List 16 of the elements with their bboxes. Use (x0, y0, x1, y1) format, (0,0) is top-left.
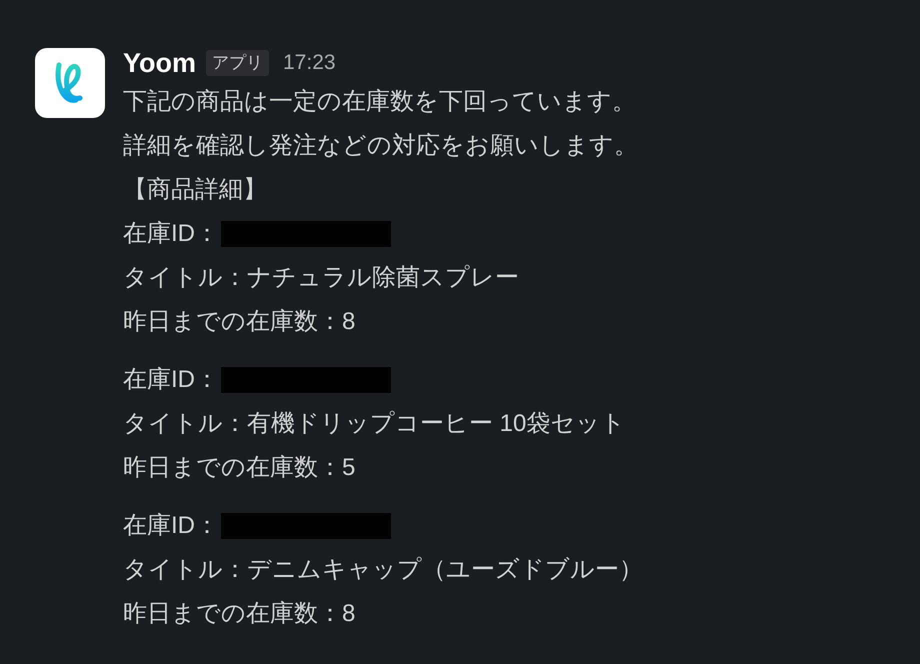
message-text: 詳細を確認し発注などの対応をお願いします。 (123, 131, 638, 161)
message-text: 昨日までの在庫数：8 (123, 599, 356, 629)
timestamp[interactable]: 17:23 (283, 47, 336, 79)
message-text: 【商品詳細】 (123, 175, 267, 205)
message-text: タイトル：ナチュラル除菌スプレー (123, 263, 519, 293)
message-text: 下記の商品は一定の在庫数を下回っています。 (123, 87, 636, 117)
message-text: タイトル：有機ドリップコーヒー 10袋セット (123, 409, 626, 439)
sender-name[interactable]: Yoom (123, 42, 196, 84)
message-text: タイトル：デニムキャップ（ユーズドブルー） (123, 555, 643, 585)
message-text: 在庫ID： (123, 219, 219, 249)
message-text: 昨日までの在庫数：8 (123, 307, 356, 337)
message-text: 在庫ID： (123, 511, 219, 541)
app-avatar[interactable] (35, 48, 105, 118)
app-label: アプリ (206, 50, 269, 76)
message-text: 在庫ID： (123, 365, 219, 395)
message-text: 昨日までの在庫数：5 (123, 453, 356, 483)
